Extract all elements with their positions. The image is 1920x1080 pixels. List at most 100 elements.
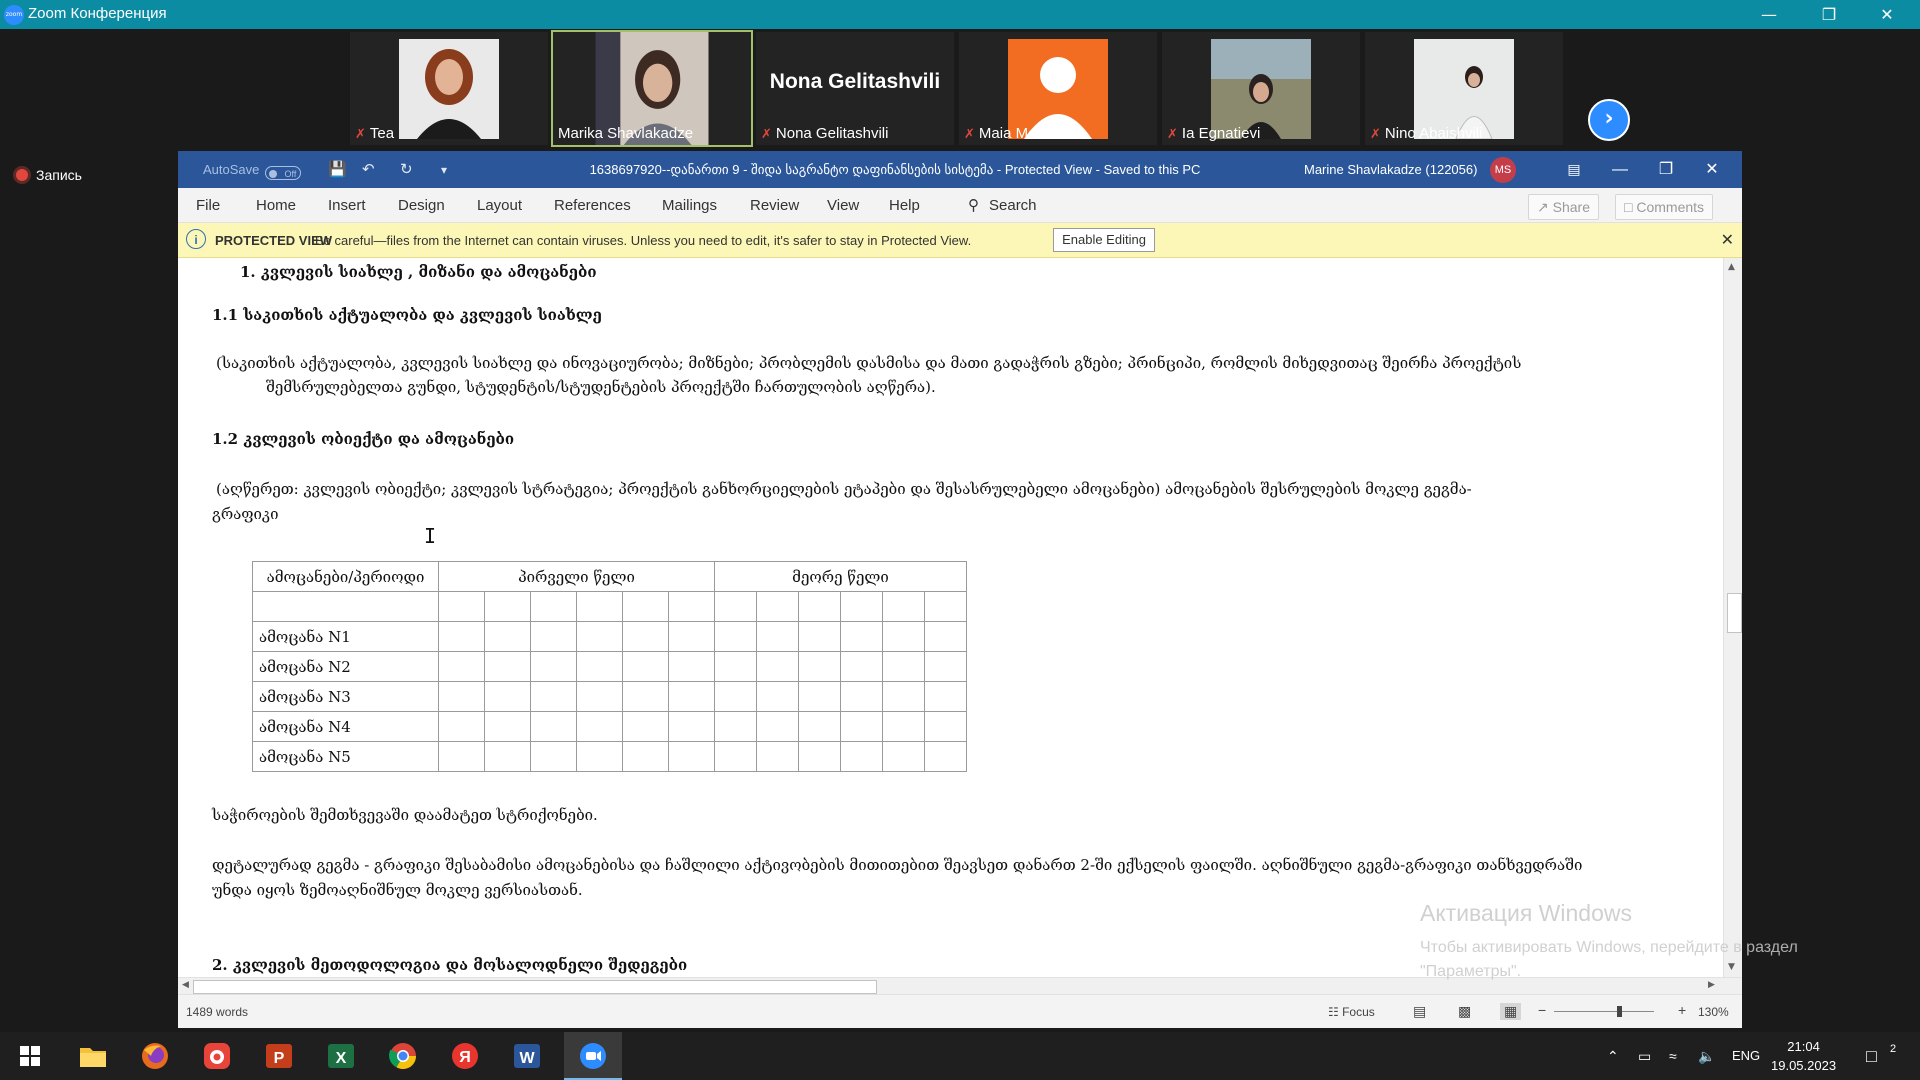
word-count[interactable]: 1489 words — [186, 1005, 248, 1019]
recording-indicator[interactable]: Запись — [16, 167, 82, 183]
participant-video — [1414, 39, 1514, 139]
zoom-slider[interactable] — [1554, 1011, 1654, 1012]
tab-insert[interactable]: Insert — [328, 197, 366, 214]
participant-tile[interactable]: ✗ Ia Egnatievi — [1162, 32, 1360, 145]
word-window: AutoSave Off 💾 ↶ ↻ ▾ 1638697920--დანართი … — [178, 151, 1742, 1028]
participant-name: ✗ Tea — [355, 125, 395, 142]
chrome-icon[interactable] — [387, 1040, 419, 1072]
mic-muted-icon: ✗ — [355, 126, 366, 141]
participant-tile[interactable]: ✗ Maia Meladze — [959, 32, 1157, 145]
zoom-icon[interactable] — [577, 1040, 609, 1072]
search-box[interactable]: ⚲ Search — [968, 196, 1037, 214]
system-clock[interactable]: 21:04 19.05.2023 — [1771, 1037, 1836, 1075]
battery-icon[interactable]: ▭ — [1638, 1032, 1651, 1080]
recorder-icon[interactable] — [201, 1040, 233, 1072]
tab-design[interactable]: Design — [398, 197, 445, 214]
web-layout-icon[interactable]: ▦ — [1500, 1003, 1522, 1020]
chevron-up-icon[interactable]: ⌃ — [1607, 1032, 1619, 1080]
tab-review[interactable]: Review — [750, 197, 799, 214]
participant-tile[interactable]: ✗ Tea — [350, 32, 548, 145]
search-icon: ⚲ — [968, 197, 979, 214]
print-layout-icon[interactable]: ▩ — [1458, 1003, 1471, 1020]
tab-references[interactable]: References — [554, 197, 631, 214]
participant-tile[interactable]: Nona Gelitashvili ✗ Nona Gelitashvili — [756, 32, 954, 145]
zoom-slider-thumb[interactable] — [1617, 1006, 1622, 1017]
undo-icon[interactable]: ↶ — [362, 160, 375, 178]
save-icon[interactable]: 💾 — [328, 160, 347, 178]
redo-icon[interactable]: ↻ — [400, 160, 413, 178]
scroll-up-icon[interactable]: ▲ — [1728, 262, 1735, 272]
windows-start-icon[interactable] — [14, 1040, 46, 1072]
participant-tile-active-speaker[interactable]: Marika Shavlakadze — [551, 30, 753, 147]
read-mode-icon[interactable]: ▤ — [1413, 1003, 1426, 1020]
enable-editing-button[interactable]: Enable Editing — [1053, 228, 1155, 252]
participant-tile[interactable]: ✗ Nino Abaishvili — [1365, 32, 1563, 145]
focus-button[interactable]: ☷ Focus — [1328, 1005, 1375, 1019]
zoom-level[interactable]: 130% — [1698, 1005, 1729, 1019]
yandex-icon[interactable]: Я — [449, 1040, 481, 1072]
record-icon — [16, 169, 28, 181]
zoom-minimize-button[interactable]: — — [1746, 0, 1792, 29]
tab-help[interactable]: Help — [889, 197, 920, 214]
scroll-left-icon[interactable]: ◀ — [182, 980, 189, 990]
document-page[interactable]: 1. კვლევის სიახლე , მიზანი და ამოცანები … — [178, 258, 1723, 977]
language-indicator[interactable]: ENG — [1732, 1032, 1760, 1080]
zoom-window-title: Zoom Конференция — [28, 5, 167, 22]
customize-toolbar-icon[interactable]: ▾ — [441, 163, 447, 177]
participant-name-placeholder: Nona Gelitashvili — [769, 70, 941, 93]
firefox-icon[interactable] — [139, 1040, 171, 1072]
file-explorer-icon[interactable] — [77, 1040, 109, 1072]
word-title-bar: AutoSave Off 💾 ↶ ↻ ▾ 1638697920--დანართი … — [178, 151, 1742, 188]
user-avatar[interactable]: MS — [1490, 157, 1516, 183]
activation-line1: Чтобы активировать Windows, перейдите в … — [1420, 939, 1798, 956]
word-icon[interactable]: W — [511, 1040, 543, 1072]
word-close-button[interactable]: ✕ — [1688, 151, 1736, 188]
chevron-right-icon[interactable]: › — [1588, 99, 1630, 141]
paragraph-1-line2: შემსრულებელთა გუნდი, სტუდენტის/სტუდენტებ… — [266, 378, 936, 396]
notifications-icon[interactable]: □ — [1866, 1032, 1877, 1080]
tab-view[interactable]: View — [827, 197, 859, 214]
paragraph-2-line2: გრაფიკი — [212, 505, 279, 523]
yandex-letter: Я — [459, 1049, 471, 1066]
close-icon[interactable]: ✕ — [1721, 230, 1734, 250]
table-header-year2: მეორე წელი — [714, 561, 967, 592]
excel-icon[interactable]: X — [325, 1040, 357, 1072]
table-header-year1: პირველი წელი — [438, 561, 715, 592]
table-row: ამოცანა N2 — [252, 651, 967, 682]
participant-name: ✗ Ia Egnatievi — [1167, 125, 1261, 142]
zoom-restore-button[interactable]: ❐ — [1806, 0, 1852, 29]
volume-icon[interactable]: 🔈 — [1698, 1032, 1715, 1080]
vertical-scrollbar[interactable]: ▲ ▼ — [1723, 258, 1742, 977]
paragraph-1: (საკითხის აქტუალობა, კვლევის სიახლე და ი… — [216, 354, 1522, 372]
word-letter: W — [519, 1050, 535, 1067]
share-button[interactable]: ↗ Share — [1528, 194, 1599, 220]
ribbon-display-options-icon[interactable]: ▤ — [1550, 151, 1598, 188]
user-name[interactable]: Marine Shavlakadze (122056) — [1304, 162, 1477, 177]
word-minimize-button[interactable]: — — [1596, 151, 1644, 188]
tab-layout[interactable]: Layout — [477, 197, 522, 214]
zoom-close-button[interactable]: ✕ — [1864, 0, 1910, 29]
document-title: 1638697920--დანართი 9 - შიდა საგრანტო და… — [589, 162, 1201, 177]
ribbon-tabs: File Home Insert Design Layout Reference… — [178, 188, 1742, 223]
windows-taskbar: P X Я W ⌃ ▭ ≈ 🔈 ENG 21:04 19.05.2023 □ 2 — [0, 1032, 1920, 1080]
scroll-thumb[interactable] — [1727, 593, 1742, 633]
tab-file[interactable]: File — [196, 197, 220, 214]
heading-1: 1. კვლევის სიახლე , მიზანი და ამოცანები — [240, 263, 597, 281]
powerpoint-icon[interactable]: P — [263, 1040, 295, 1072]
tab-home[interactable]: Home — [256, 197, 296, 214]
zoom-out-button[interactable]: − — [1538, 1002, 1546, 1018]
table-row: ამოცანა N4 — [252, 711, 967, 742]
activation-line2: "Параметры". — [1420, 963, 1522, 980]
comments-button[interactable]: □ Comments — [1615, 194, 1714, 220]
scroll-thumb-horizontal[interactable] — [193, 980, 877, 994]
participant-gallery: ✗ Tea Marika Shavlakadze Nona Gelitashvil… — [0, 29, 1920, 147]
info-shield-icon: i — [186, 229, 206, 249]
word-restore-button[interactable]: ❐ — [1642, 151, 1690, 188]
text-cursor-icon: I — [424, 524, 437, 548]
wifi-icon[interactable]: ≈ — [1669, 1032, 1677, 1080]
zoom-in-button[interactable]: + — [1678, 1002, 1686, 1018]
plan-table: ამოცანები/პერიოდი პირველი წელი მეორე წელ… — [252, 561, 967, 772]
mic-muted-icon: ✗ — [761, 126, 772, 141]
tab-mailings[interactable]: Mailings — [662, 197, 717, 214]
autosave-toggle[interactable]: AutoSave Off — [203, 162, 302, 180]
